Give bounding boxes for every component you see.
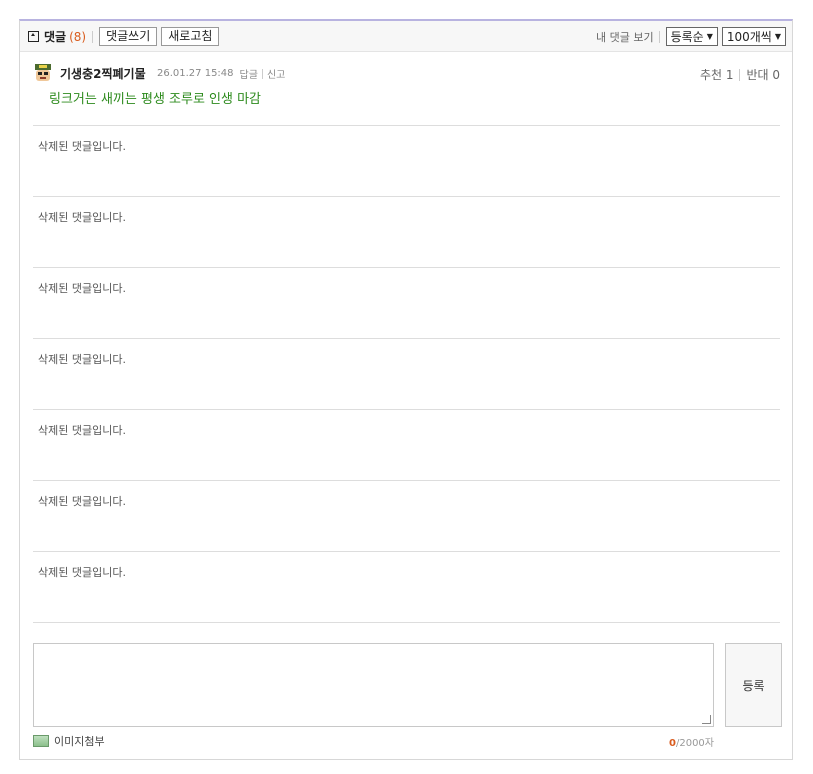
deleted-comment-text: 삭제된 댓글입니다. xyxy=(38,566,126,579)
collapse-icon[interactable] xyxy=(28,31,39,42)
deleted-comment: 삭제된 댓글입니다. xyxy=(33,126,780,197)
chevron-down-icon: ▼ xyxy=(774,31,781,41)
divider xyxy=(261,68,263,79)
sort-select-value: 등록순 xyxy=(670,29,704,44)
comment-timestamp: 26.01.27 15:48 xyxy=(157,68,234,79)
deleted-comment: 삭제된 댓글입니다. xyxy=(33,410,780,481)
resize-handle-icon[interactable] xyxy=(702,715,711,724)
attach-image-label: 이미지첨부 xyxy=(54,735,105,748)
comment-text: 링크거는 새끼는 평생 조루로 인생 마감 xyxy=(49,92,262,107)
chevron-down-icon: ▼ xyxy=(706,31,713,41)
char-count: 0 xyxy=(669,738,676,749)
write-comment-button[interactable]: 댓글쓰기 xyxy=(99,27,158,46)
comment-title: 댓글 xyxy=(44,30,67,44)
report-link[interactable]: 신고 xyxy=(267,66,285,81)
divider xyxy=(92,30,94,43)
char-limit: /2000자 xyxy=(675,738,714,749)
comment-count: (8) xyxy=(69,29,87,44)
my-comments-link[interactable]: 내 댓글 보기 xyxy=(596,29,654,45)
deleted-comment: 삭제된 댓글입니다. xyxy=(33,339,780,410)
deleted-comment-text: 삭제된 댓글입니다. xyxy=(38,140,126,153)
deleted-comment-text: 삭제된 댓글입니다. xyxy=(38,282,126,295)
comment-author[interactable]: 기생충2찍폐기물 xyxy=(60,65,146,82)
image-icon xyxy=(33,735,49,747)
deleted-comment: 삭제된 댓글입니다. xyxy=(33,552,780,623)
deleted-comment-text: 삭제된 댓글입니다. xyxy=(38,353,126,366)
refresh-button[interactable]: 새로고침 xyxy=(161,27,220,46)
deleted-comment-text: 삭제된 댓글입니다. xyxy=(38,424,126,437)
avatar-icon xyxy=(35,64,51,81)
per-page-select-value: 100개씩 xyxy=(726,29,772,44)
char-counter: 0/2000자 xyxy=(669,734,714,749)
deleted-comment: 삭제된 댓글입니다. xyxy=(33,481,780,552)
deleted-comment-text: 삭제된 댓글입니다. xyxy=(38,211,126,224)
upvote-button[interactable]: 추천 1 xyxy=(700,66,734,83)
downvote-button[interactable]: 반대 0 xyxy=(746,66,780,83)
submit-button[interactable]: 등록 xyxy=(725,643,782,727)
deleted-comment-text: 삭제된 댓글입니다. xyxy=(38,495,126,508)
deleted-comment: 삭제된 댓글입니다. xyxy=(33,268,780,339)
sort-select[interactable]: 등록순 ▼ xyxy=(665,27,718,46)
comment-item: 기생충2찍폐기물 26.01.27 15:48 답글 신고 추천 1 반대 0 … xyxy=(33,59,780,126)
divider xyxy=(658,30,660,43)
reply-link[interactable]: 답글 xyxy=(240,66,258,81)
comment-toolbar: 댓글 (8) 댓글쓰기 새로고침 내 댓글 보기 등록순 ▼ 100개씩 ▼ xyxy=(20,21,792,52)
attach-image-button[interactable]: 이미지첨부 xyxy=(33,733,105,749)
per-page-select[interactable]: 100개씩 ▼ xyxy=(721,27,786,46)
divider xyxy=(739,68,741,81)
deleted-comment: 삭제된 댓글입니다. xyxy=(33,197,780,268)
comment-textarea[interactable] xyxy=(33,643,714,727)
comment-section: 댓글 (8) 댓글쓰기 새로고침 내 댓글 보기 등록순 ▼ 100개씩 ▼ 기생충… xyxy=(19,19,793,760)
